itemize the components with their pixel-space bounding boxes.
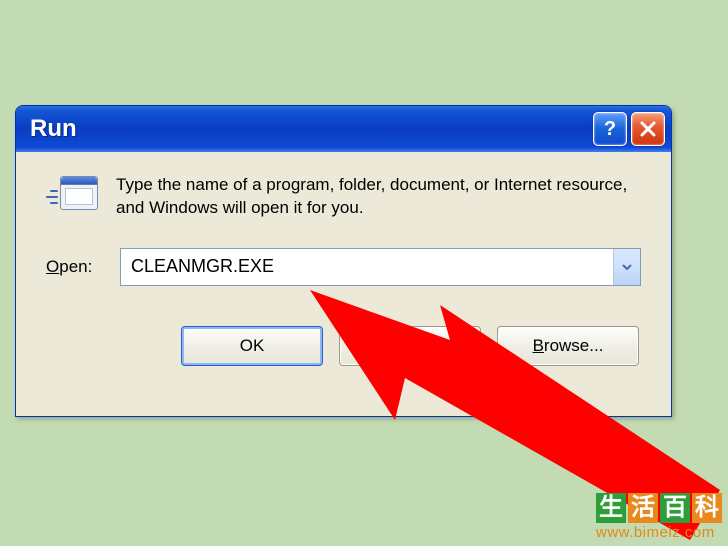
chevron-down-icon — [621, 261, 633, 273]
instruction-text: Type the name of a program, folder, docu… — [116, 174, 636, 220]
dialog-client-area: Type the name of a program, folder, docu… — [20, 152, 667, 412]
run-dialog-icon — [46, 176, 98, 218]
ok-button[interactable]: OK — [181, 326, 323, 366]
watermark-url: www.bimeiz.com — [596, 525, 722, 540]
open-label: Open: — [46, 257, 106, 277]
watermark: 生 活 百 科 www.bimeiz.com — [596, 493, 722, 540]
open-input[interactable] — [121, 249, 613, 285]
help-button[interactable]: ? — [593, 112, 627, 146]
close-icon — [639, 120, 657, 138]
watermark-logo: 生 活 百 科 — [596, 493, 722, 523]
close-button[interactable] — [631, 112, 665, 146]
window-title: Run — [30, 115, 589, 143]
open-combobox[interactable] — [120, 248, 641, 286]
help-icon: ? — [604, 118, 616, 141]
dialog-button-row: OK Cancel Browse... — [46, 326, 641, 366]
run-dialog: Run ? Type the name of a program, folder… — [15, 105, 672, 417]
titlebar[interactable]: Run ? — [16, 106, 671, 152]
combo-dropdown-button[interactable] — [613, 249, 640, 285]
browse-button[interactable]: Browse... — [497, 326, 639, 366]
cancel-button[interactable]: Cancel — [339, 326, 481, 366]
